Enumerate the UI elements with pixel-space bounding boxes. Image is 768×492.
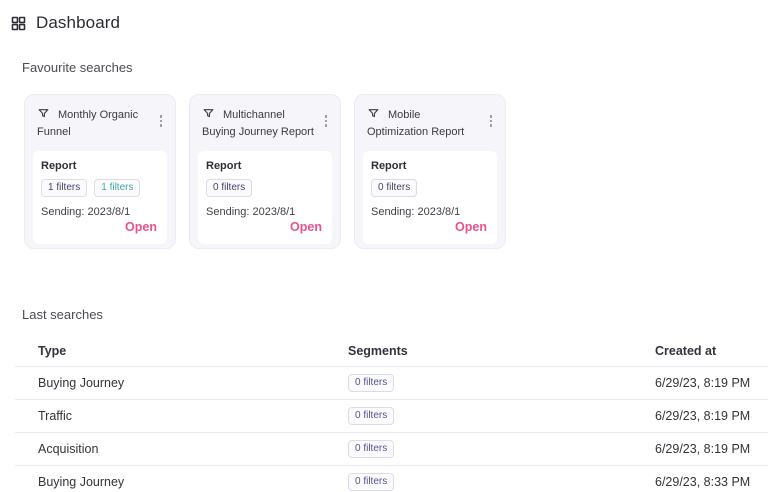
filters-badge: 1 filters	[41, 179, 88, 197]
page-title: Dashboard	[36, 13, 121, 32]
last-searches-label: Last searches	[22, 307, 103, 322]
card-body: Report 1 filters 1 filters Sending: 2023…	[33, 151, 167, 244]
filters-badge: 0 filters	[348, 473, 395, 491]
chip-row: 1 filters 1 filters	[41, 179, 159, 197]
card-menu-button[interactable]	[484, 112, 498, 130]
favourite-search-card: Monthly Organic Funnel Report 1 filters …	[24, 94, 176, 249]
vertical-dots-icon	[489, 115, 493, 127]
search-type-cell: Buying Journey	[38, 475, 125, 489]
funnel-filter-icon	[37, 107, 50, 120]
dashboard-grid-icon	[10, 15, 27, 32]
card-body: Report 0 filters Sending: 2023/8/1 Open	[198, 151, 332, 244]
segments-cell: 0 filters	[348, 473, 655, 491]
card-menu-button[interactable]	[319, 112, 333, 130]
open-link[interactable]: Open	[288, 218, 324, 236]
favourite-search-card: Mobile Optimization Report Report 0 filt…	[354, 94, 506, 249]
open-link[interactable]: Open	[123, 218, 159, 236]
card-title: Mobile Optimization Report	[367, 109, 465, 138]
column-header-segments: Segments	[348, 344, 408, 358]
column-header-type: Type	[38, 344, 67, 358]
funnel-filter-icon	[367, 107, 380, 120]
vertical-dots-icon	[324, 115, 328, 127]
card-header: Mobile Optimization Report	[363, 103, 497, 147]
table-row[interactable]: Buying Journey 0 filters 6/29/23, 8:33 P…	[15, 466, 768, 492]
column-header-created-at: Created at	[655, 344, 717, 358]
filters-badge: 0 filters	[206, 179, 253, 197]
card-body: Report 0 filters Sending: 2023/8/1 Open	[363, 151, 497, 244]
table-row[interactable]: Buying Journey 0 filters 6/29/23, 8:19 P…	[15, 367, 768, 400]
last-searches-table: Type Segments Created at Buying Journey …	[15, 336, 768, 492]
created-at-cell: 6/29/23, 8:19 PM	[655, 442, 751, 456]
favourite-searches-label: Favourite searches	[22, 60, 133, 75]
chip-row: 0 filters	[206, 179, 324, 197]
created-at-cell: 6/29/23, 8:19 PM	[655, 376, 751, 390]
favourite-cards-row: Monthly Organic Funnel Report 1 filters …	[24, 94, 768, 249]
card-header: Monthly Organic Funnel	[33, 103, 167, 147]
segments-cell: 0 filters	[348, 440, 655, 458]
page-header: Dashboard	[0, 0, 768, 33]
report-type-label: Report	[41, 160, 77, 172]
sending-date-label: Sending: 2023/8/1	[41, 206, 131, 218]
favourite-search-card: Multichannel Buying Journey Report Repor…	[189, 94, 341, 249]
filters-badge: 0 filters	[348, 407, 395, 425]
card-title: Monthly Organic Funnel	[37, 109, 139, 138]
table-row[interactable]: Acquisition 0 filters 6/29/23, 8:19 PM	[15, 433, 768, 466]
card-header: Multichannel Buying Journey Report	[198, 103, 332, 147]
card-menu-button[interactable]	[154, 112, 168, 130]
filters-badge: 0 filters	[348, 374, 395, 392]
dashboard-page: Dashboard Favourite searches Monthly Org…	[0, 0, 768, 492]
chip-row: 0 filters	[371, 179, 489, 197]
filters-badge: 0 filters	[348, 440, 395, 458]
funnel-filter-icon	[202, 107, 215, 120]
table-row[interactable]: Traffic 0 filters 6/29/23, 8:19 PM	[15, 400, 768, 433]
segments-cell: 0 filters	[348, 407, 655, 425]
segments-cell: 0 filters	[348, 374, 655, 392]
filters-badge: 1 filters	[94, 179, 141, 197]
sending-date-label: Sending: 2023/8/1	[371, 206, 461, 218]
created-at-cell: 6/29/23, 8:19 PM	[655, 409, 751, 423]
search-type-cell: Traffic	[38, 409, 73, 423]
vertical-dots-icon	[159, 115, 163, 127]
search-type-cell: Acquisition	[38, 442, 99, 456]
table-header-row: Type Segments Created at	[15, 336, 768, 367]
sending-date-label: Sending: 2023/8/1	[206, 206, 296, 218]
search-type-cell: Buying Journey	[38, 376, 125, 390]
created-at-cell: 6/29/23, 8:33 PM	[655, 475, 751, 489]
report-type-label: Report	[371, 160, 407, 172]
open-link[interactable]: Open	[453, 218, 489, 236]
card-title: Multichannel Buying Journey Report	[202, 109, 314, 138]
filters-badge: 0 filters	[371, 179, 418, 197]
report-type-label: Report	[206, 160, 242, 172]
